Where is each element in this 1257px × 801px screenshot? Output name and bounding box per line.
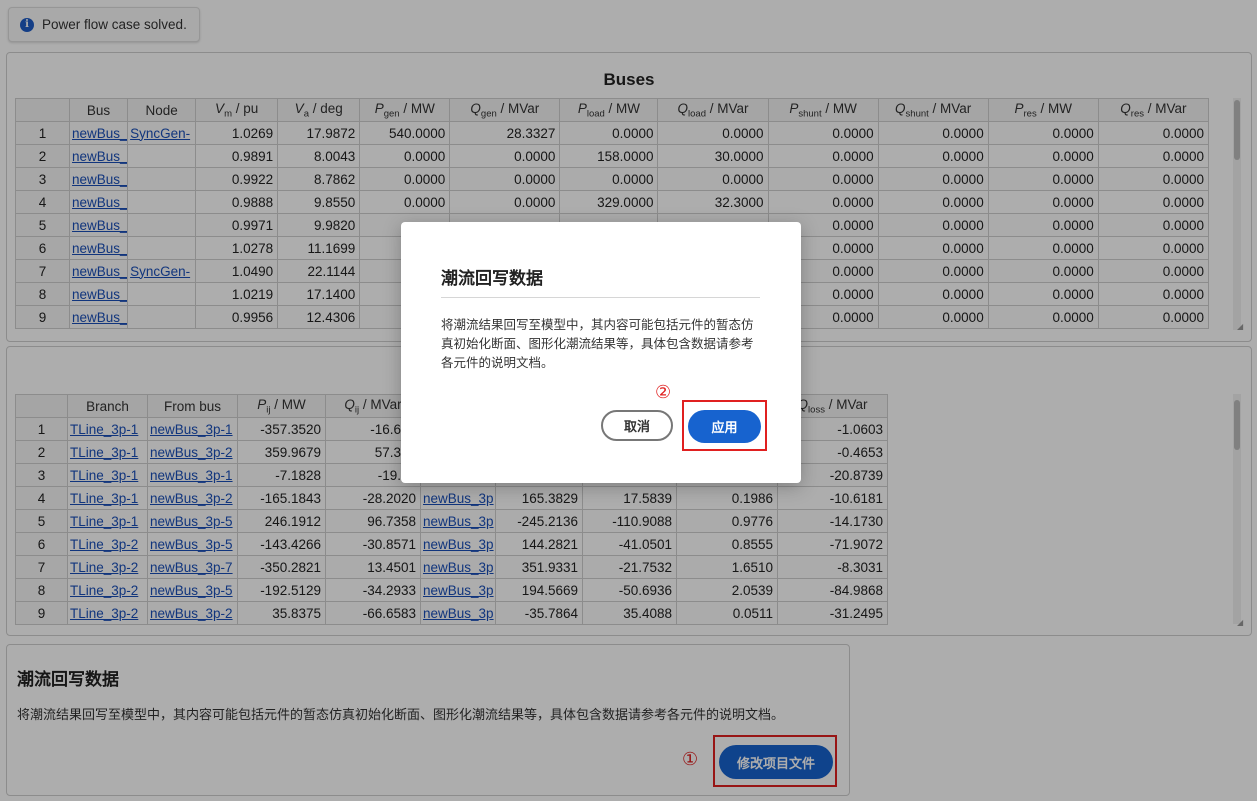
cancel-button[interactable]: 取消 (601, 410, 673, 441)
writeback-dialog: 潮流回写数据 将潮流结果回写至模型中，其内容可能包括元件的暂态仿真初始化断面、图… (401, 222, 801, 483)
step-2-marker: ② (655, 382, 672, 402)
apply-button[interactable]: 应用 (688, 410, 761, 443)
dialog-title: 潮流回写数据 (441, 269, 543, 288)
dialog-body: 将潮流结果回写至模型中，其内容可能包括元件的暂态仿真初始化断面、图形化潮流结果等… (441, 318, 754, 370)
dialog-divider (441, 297, 760, 298)
